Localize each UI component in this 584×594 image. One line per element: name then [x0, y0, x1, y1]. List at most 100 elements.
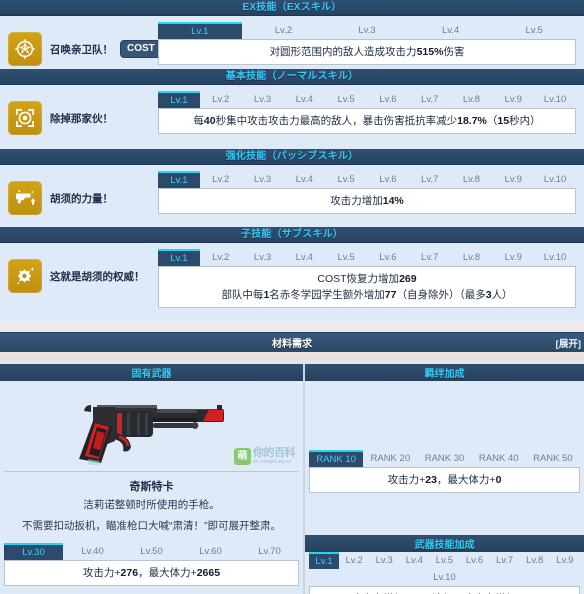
section-title-passive: 强化技能（パッシブスキル） — [225, 150, 359, 162]
skill-ex-level-tabs[interactable]: Lv.1 Lv.2 Lv.3 Lv.4 Lv.5 — [158, 22, 576, 39]
level-tab[interactable]: Lv.1 — [158, 171, 200, 188]
weapon-level-section: Lv.30 Lv.40 Lv.50 Lv.60 Lv.70 攻击力+276，最大… — [0, 543, 303, 586]
level-tab[interactable]: Lv.1 — [309, 552, 340, 569]
level-tab[interactable]: Lv.7 — [409, 249, 451, 266]
rank-tab[interactable]: RANK 40 — [472, 450, 526, 467]
skill-passive-level-tabs[interactable]: Lv.1 Lv.2 Lv.3 Lv.4 Lv.5 Lv.6 Lv.7 Lv.8 … — [158, 171, 576, 188]
skill-normal-right: Lv.1 Lv.2 Lv.3 Lv.4 Lv.5 Lv.6 Lv.7 Lv.8 … — [158, 91, 580, 134]
skill-passive-right: Lv.1 Lv.2 Lv.3 Lv.4 Lv.5 Lv.6 Lv.7 Lv.8 … — [158, 171, 580, 214]
level-tab[interactable]: Lv.8 — [451, 91, 493, 108]
skill-sub-description-line2: 部队中每1名赤冬学园学生额外增加77（自身除外）（最多3人） — [221, 289, 513, 301]
level-tab[interactable]: Lv.6 — [367, 249, 409, 266]
skill-ex-left: 召唤亲卫队！ COST 7 — [8, 22, 171, 66]
level-tab[interactable]: Lv.9 — [492, 249, 534, 266]
level-tab[interactable]: Lv.1 — [158, 249, 200, 266]
skill-normal-left: 除掉那家伙！ — [8, 91, 158, 135]
rank-tab[interactable]: RANK 10 — [309, 450, 364, 467]
level-tab[interactable]: Lv.4 — [283, 249, 325, 266]
level-tab[interactable]: Lv.5 — [492, 22, 576, 39]
level-tab[interactable]: Lv.7 — [490, 552, 520, 569]
rank-tab[interactable]: RANK 20 — [363, 450, 417, 467]
watermark-line2: zh.moegirl.org.cn — [253, 459, 292, 465]
level-tab[interactable]: Lv.30 — [4, 543, 63, 560]
level-tab[interactable]: Lv.6 — [367, 91, 409, 108]
level-tab[interactable]: Lv.9 — [492, 171, 534, 188]
skill-normal-description: 每40秒集中攻击攻击力最高的敌人，暴击伤害抵抗率减少18.7%（15秒内） — [158, 108, 576, 134]
level-tab[interactable]: Lv.40 — [63, 543, 122, 560]
level-tab[interactable]: Lv.7 — [409, 91, 451, 108]
revolver-pistol-art: 萌 你的百科 zh.moegirl.org.cn — [0, 381, 303, 471]
weapon-skill-level-tabs[interactable]: Lv.1 Lv.2 Lv.3 Lv.4 Lv.5 Lv.6 Lv.7 Lv.8 … — [309, 552, 580, 586]
level-tab[interactable]: Lv.2 — [200, 91, 242, 108]
level-tab[interactable]: Lv.5 — [325, 91, 367, 108]
skill-ex-right: Lv.1 Lv.2 Lv.3 Lv.4 Lv.5 对圆形范围内的敌人造成攻击力5… — [158, 22, 580, 65]
level-tab[interactable]: Lv.8 — [451, 249, 493, 266]
skill-normal-level-tabs[interactable]: Lv.1 Lv.2 Lv.3 Lv.4 Lv.5 Lv.6 Lv.7 Lv.8 … — [158, 91, 576, 108]
unique-weapon-panel: 固有武器 萌 你的百科 zh.moegirl.org.cn 奇斯特卡 洁莉诺整顿… — [0, 364, 303, 594]
level-tab[interactable]: Lv.6 — [367, 171, 409, 188]
level-tab[interactable]: Lv.7 — [409, 171, 451, 188]
level-tab[interactable]: Lv.3 — [242, 171, 284, 188]
skill-sub-level-tabs[interactable]: Lv.1 Lv.2 Lv.3 Lv.4 Lv.5 Lv.6 Lv.7 Lv.8 … — [158, 249, 576, 266]
sparkle-star-icon — [8, 259, 42, 293]
level-tab[interactable]: Lv.5 — [325, 171, 367, 188]
level-tab[interactable]: Lv.10 — [534, 249, 576, 266]
skill-block-normal: 除掉那家伙！ Lv.1 Lv.2 Lv.3 Lv.4 Lv.5 Lv.6 Lv.… — [0, 85, 584, 149]
material-requirement-header: 材料需求 [展开] — [0, 332, 584, 352]
level-tab[interactable]: Lv.5 — [325, 249, 367, 266]
level-tab[interactable]: Lv.10 — [534, 91, 576, 108]
weapon-skill-panel: 武器技能加成 Lv.1 Lv.2 Lv.3 Lv.4 Lv.5 Lv.6 Lv.… — [305, 535, 584, 594]
target-lock-icon — [8, 101, 42, 135]
level-tab[interactable]: Lv.2 — [200, 249, 242, 266]
level-tab[interactable]: Lv.6 — [459, 552, 489, 569]
bond-stat-text: 攻击力+23，最大体力+0 — [309, 467, 580, 493]
level-tab[interactable]: Lv.2 — [242, 22, 326, 39]
weapon-level-tabs[interactable]: Lv.30 Lv.40 Lv.50 Lv.60 Lv.70 — [4, 543, 299, 560]
level-tab[interactable]: Lv.4 — [399, 552, 429, 569]
section-title-normal: 基本技能（ノーマルスキル） — [225, 70, 359, 82]
level-tab[interactable]: Lv.9 — [492, 91, 534, 108]
material-expand-link[interactable]: [展开] — [556, 336, 581, 350]
skill-ex-name: 召唤亲卫队！ — [50, 43, 113, 56]
level-tab[interactable]: Lv.8 — [451, 171, 493, 188]
bond-rank-tabs[interactable]: RANK 10 RANK 20 RANK 30 RANK 40 RANK 50 — [309, 450, 580, 467]
skill-passive-left: 胡须的力量！ — [8, 171, 158, 215]
background-strip-lower — [0, 352, 584, 364]
weapon-skill-title: 武器技能加成 — [414, 540, 475, 551]
level-tab[interactable]: Lv.5 — [429, 552, 459, 569]
level-tab[interactable]: Lv.4 — [283, 91, 325, 108]
bottom-columns: 固有武器 萌 你的百科 zh.moegirl.org.cn 奇斯特卡 洁莉诺整顿… — [0, 364, 584, 594]
level-tab[interactable]: Lv.3 — [369, 552, 399, 569]
level-tab[interactable]: Lv.60 — [181, 543, 240, 560]
rank-tab[interactable]: RANK 50 — [526, 450, 580, 467]
level-tab[interactable]: Lv.2 — [339, 552, 369, 569]
level-tab[interactable]: Lv.9 — [550, 552, 580, 569]
weapon-description-line1: 洁莉诺整顿时所使用的手枪。 — [83, 499, 220, 511]
section-header-passive: 强化技能（パッシブスキル） — [0, 149, 584, 165]
section-header-ex: EX技能（EXスキル） — [0, 0, 584, 16]
watermark-badge: 萌 — [234, 448, 251, 465]
skill-passive-description: 攻击力增加14% — [158, 188, 576, 214]
level-tab[interactable]: Lv.4 — [283, 171, 325, 188]
weapon-name: 奇斯特卡 — [129, 481, 174, 493]
level-tab[interactable]: Lv.3 — [325, 22, 409, 39]
skill-passive-name: 胡须的力量！ — [50, 192, 113, 205]
bond-bonus-header: 羁绊加成 — [305, 364, 584, 381]
level-tab[interactable]: Lv.1 — [158, 22, 242, 39]
level-tab[interactable]: Lv.3 — [242, 91, 284, 108]
level-tab[interactable]: Lv.50 — [122, 543, 181, 560]
level-tab[interactable]: Lv.10 — [534, 171, 576, 188]
background-strip-upper — [0, 318, 584, 332]
weapon-skill-body: Lv.1 Lv.2 Lv.3 Lv.4 Lv.5 Lv.6 Lv.7 Lv.8 … — [305, 552, 584, 594]
skill-block-passive: 胡须的力量！ Lv.1 Lv.2 Lv.3 Lv.4 Lv.5 Lv.6 Lv.… — [0, 165, 584, 227]
level-tab[interactable]: Lv.3 — [242, 249, 284, 266]
level-tab[interactable]: Lv.8 — [520, 552, 550, 569]
level-tab[interactable]: Lv.2 — [200, 171, 242, 188]
rank-tab[interactable]: RANK 30 — [417, 450, 471, 467]
level-tab[interactable]: Lv.1 — [158, 91, 200, 108]
level-tab[interactable]: Lv.70 — [240, 543, 299, 560]
skill-sub-name: 这就是胡须的权威！ — [50, 270, 145, 283]
level-tab[interactable]: Lv.10 — [429, 569, 459, 586]
level-tab[interactable]: Lv.4 — [409, 22, 493, 39]
site-watermark: 萌 你的百科 zh.moegirl.org.cn — [234, 448, 296, 465]
